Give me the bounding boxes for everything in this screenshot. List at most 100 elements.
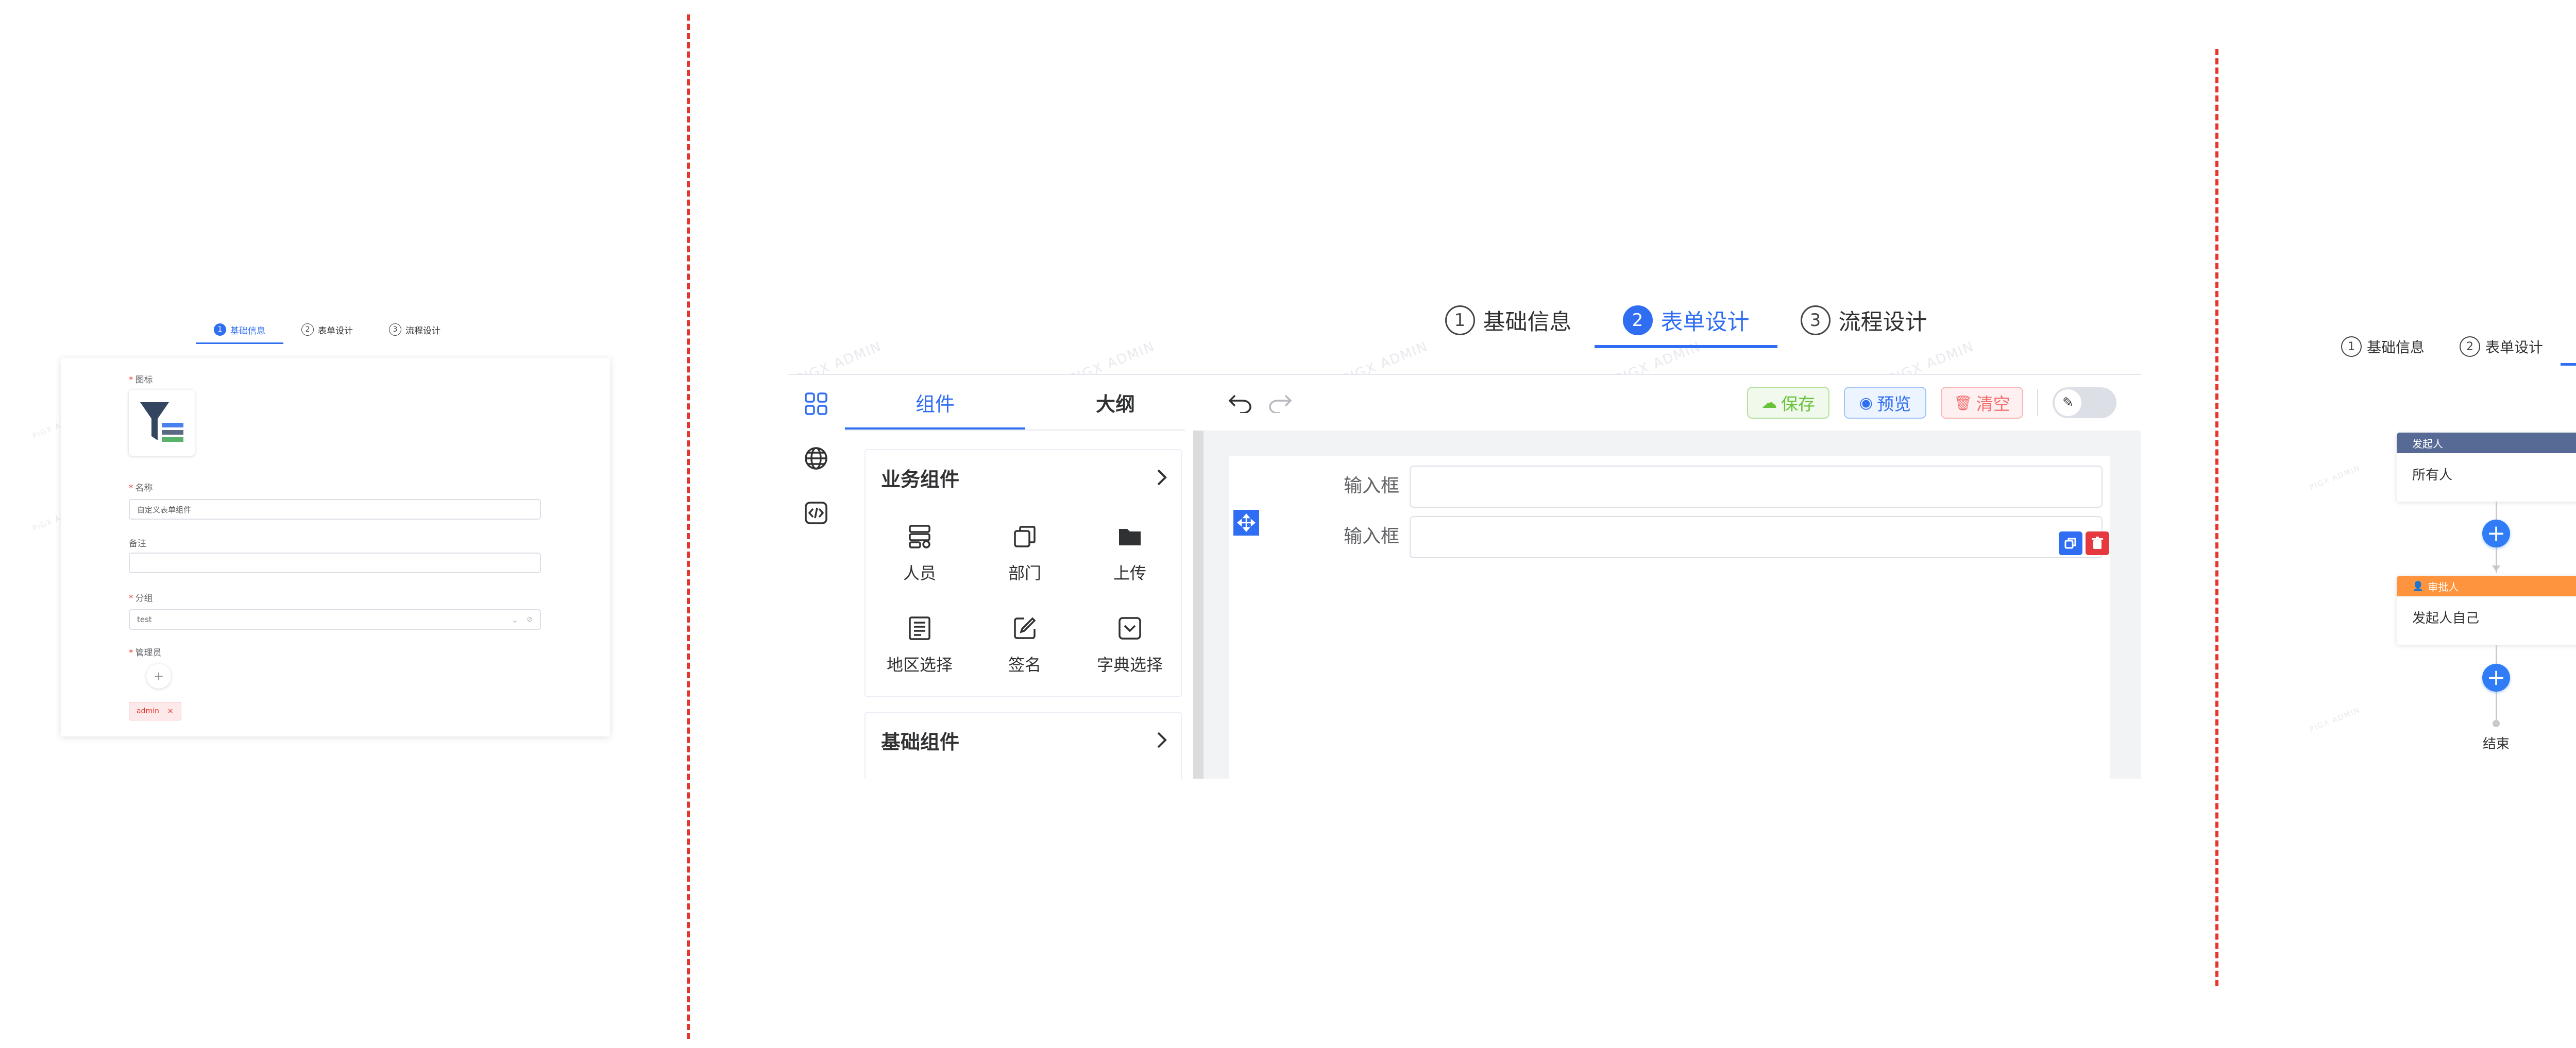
undo-icon[interactable]: [1225, 387, 1256, 418]
step-active-underline: [2561, 363, 2576, 366]
step-basic-info[interactable]: 1 基础信息: [1422, 293, 1595, 348]
step-form-design[interactable]: 2 表单设计: [1595, 293, 1777, 348]
approver-node-header: 👤 审批人: [2397, 576, 2576, 596]
signature-icon: [991, 614, 1058, 643]
step-number: 3: [1800, 305, 1831, 335]
step-flow-design[interactable]: 3 流程设计: [1777, 293, 1950, 348]
name-label: * 名称: [129, 483, 153, 493]
business-components-group: 业务组件 人员 部门 上传 地区选择 签名 字典选择: [865, 449, 1182, 697]
form-canvas[interactable]: 输入框 输入框: [1229, 456, 2110, 779]
chevron-down-icon: ⌄: [511, 614, 518, 625]
step-number: 2: [301, 323, 314, 336]
watermark: PIGX ADMIN: [2308, 706, 2362, 734]
approver-node-body: 发起人自己 ›: [2397, 596, 2576, 638]
step-flow-design[interactable]: 3 流程设计: [2561, 328, 2576, 366]
basic-group-header[interactable]: 基础组件: [881, 727, 1170, 753]
step-basic-info[interactable]: 1 基础信息: [196, 315, 283, 344]
steps-left: 1 基础信息 2 表单设计 3 流程设计: [196, 315, 459, 344]
approver-title: 审批人: [2428, 580, 2459, 593]
eye-icon: ◉: [1859, 393, 1873, 412]
tab-components[interactable]: 组件: [845, 388, 1025, 417]
department-icon: [991, 522, 1058, 551]
components-grid-icon[interactable]: [801, 388, 832, 419]
user-group-icon: [886, 522, 953, 551]
person-icon: 👤: [2412, 580, 2424, 592]
step-basic-info[interactable]: 1 基础信息: [2324, 328, 2442, 366]
step-label: 表单设计: [318, 325, 353, 336]
component-upload[interactable]: 上传: [1096, 522, 1163, 584]
folder-icon: [1096, 522, 1163, 551]
close-icon[interactable]: ×: [167, 707, 174, 715]
component-label: 人员: [903, 563, 936, 583]
basic-components-group: 基础组件: [865, 712, 1182, 779]
step-label: 基础信息: [1483, 310, 1572, 335]
step-active-underline: [196, 342, 283, 344]
clear-circle-icon[interactable]: ⊘: [527, 615, 533, 624]
delete-field-button[interactable]: [2086, 531, 2109, 555]
initiator-node-header: 发起人: [2397, 433, 2576, 453]
approver-node[interactable]: 👤 审批人 发起人自己 ›: [2397, 576, 2576, 645]
business-group-header[interactable]: 业务组件: [881, 465, 1170, 491]
trash-icon: 🗑: [1954, 394, 1972, 411]
component-label: 上传: [1113, 563, 1146, 583]
step-label: 基础信息: [230, 325, 265, 336]
tab-outline[interactable]: 大纲: [1025, 388, 1206, 417]
step-number: 1: [1445, 305, 1475, 335]
component-department[interactable]: 部门: [991, 522, 1058, 584]
field-drag-handle[interactable]: [1233, 510, 1259, 536]
icon-label: * 图标: [129, 375, 153, 385]
add-node-button[interactable]: +: [2482, 664, 2510, 692]
step-label: 流程设计: [405, 325, 440, 336]
steps-middle: 1 基础信息 2 表单设计 3 流程设计: [1422, 293, 1950, 348]
text-input[interactable]: [1410, 466, 2103, 508]
filter-form-icon: [140, 402, 183, 442]
initiator-title: 发起人: [2412, 437, 2443, 450]
region-icon: [886, 614, 953, 643]
add-admin-button[interactable]: +: [146, 664, 171, 689]
step-form-design[interactable]: 2 表单设计: [2442, 328, 2561, 366]
divider-left: [687, 14, 690, 1039]
initiator-node[interactable]: 发起人 所有人 ›: [2397, 433, 2576, 502]
redo-icon[interactable]: [1264, 387, 1295, 418]
component-signature[interactable]: 签名: [991, 614, 1058, 676]
clear-button[interactable]: 🗑 清空: [1941, 387, 2023, 419]
initiator-node-body: 所有人 ›: [2397, 453, 2576, 494]
divider-right: [2215, 49, 2218, 986]
palette-scrollbar[interactable]: [1193, 431, 1204, 779]
step-form-design[interactable]: 2 表单设计: [283, 315, 371, 344]
cloud-upload-icon: ☁: [1761, 393, 1777, 412]
group-select[interactable]: test ⌄ ⊘: [129, 609, 541, 630]
globe-icon[interactable]: [801, 443, 832, 474]
component-region[interactable]: 地区选择: [886, 614, 953, 676]
form-icon-preview[interactable]: [129, 390, 195, 456]
plus-icon: +: [153, 669, 164, 683]
component-user[interactable]: 人员: [886, 522, 953, 584]
code-icon[interactable]: [801, 497, 832, 528]
clear-label: 清空: [1976, 394, 2010, 414]
move-icon: [1237, 513, 1256, 532]
admin-tag-label: admin: [137, 707, 159, 715]
component-palette: 组件 大纲 业务组件 人员 部门 上传 地区选择 签名 字典选择 基础组件: [845, 375, 1185, 779]
chevron-right-icon: [1154, 467, 1170, 488]
approver-value: 发起人自己: [2412, 610, 2480, 626]
step-label: 基础信息: [2366, 339, 2425, 356]
remark-input[interactable]: [129, 553, 541, 573]
step-flow-design[interactable]: 3 流程设计: [371, 315, 459, 344]
step-number: 1: [2341, 336, 2362, 357]
form-canvas-bg: 输入框 输入框: [1204, 431, 2141, 779]
group-label: * 分组: [129, 593, 153, 604]
copy-field-button[interactable]: [2059, 531, 2082, 555]
component-dictionary[interactable]: 字典选择: [1096, 614, 1163, 676]
name-input[interactable]: 自定义表单组件: [129, 499, 541, 520]
save-button[interactable]: ☁ 保存: [1747, 387, 1829, 419]
preview-button[interactable]: ◉ 预览: [1844, 387, 1926, 419]
preview-label: 预览: [1877, 394, 1911, 414]
step-number: 2: [2459, 336, 2480, 357]
text-input-selected[interactable]: [1410, 516, 2103, 558]
step-number: 3: [389, 323, 401, 336]
edit-mode-toggle[interactable]: ✎: [2053, 387, 2116, 418]
add-node-button[interactable]: +: [2482, 520, 2510, 547]
end-label: 结束: [2482, 736, 2510, 752]
end-dot-icon: [2493, 720, 2500, 727]
trash-icon: [2092, 537, 2103, 549]
